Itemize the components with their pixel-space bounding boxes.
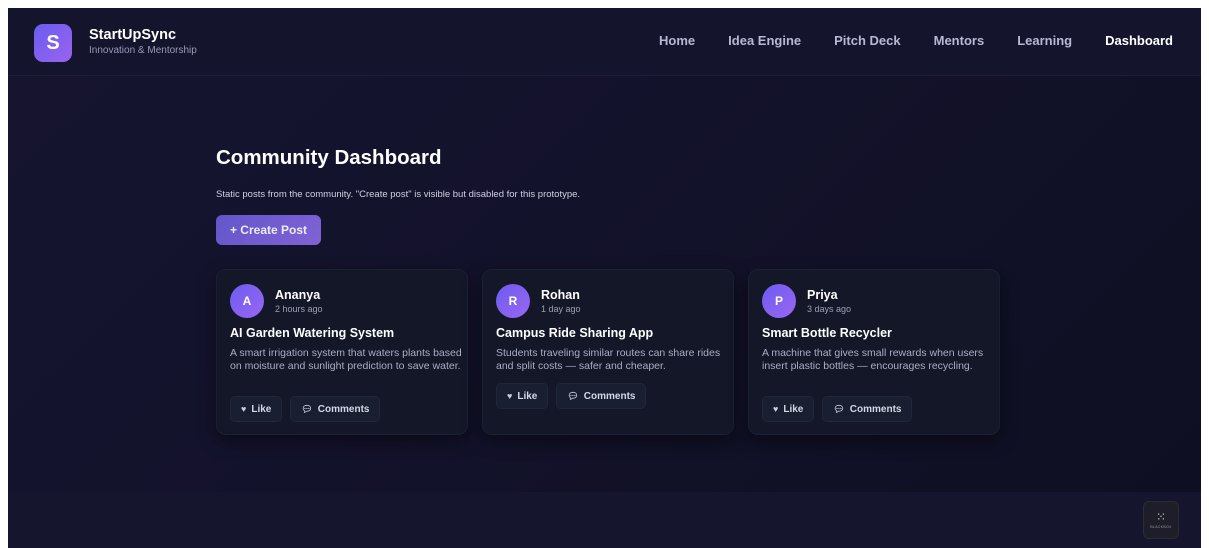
comments-label: Comments	[317, 403, 370, 415]
comment-icon: 💬︎	[567, 390, 579, 401]
post-actions: ♥ Like 💬︎ Comments	[762, 396, 913, 422]
post-author: Priya	[807, 288, 838, 302]
post-title: Smart Bottle Recycler	[762, 326, 892, 340]
nav-idea-engine[interactable]: Idea Engine	[728, 33, 801, 48]
comment-icon: 💬︎	[301, 403, 313, 414]
like-label: Like	[517, 390, 538, 402]
comments-label: Comments	[849, 403, 902, 415]
comments-button[interactable]: 💬︎ Comments	[556, 383, 647, 409]
post-description: A smart irrigation system that waters pl…	[230, 347, 462, 372]
post-card-rohan: R Rohan 1 day ago Campus Ride Sharing Ap…	[482, 269, 734, 435]
heart-icon: ♥	[241, 404, 247, 414]
nav-pitch-deck[interactable]: Pitch Deck	[834, 33, 900, 48]
page-footer	[8, 492, 1201, 548]
comments-button[interactable]: 💬︎ Comments	[290, 396, 381, 422]
like-label: Like	[783, 403, 804, 415]
post-description: A machine that gives small rewards when …	[762, 347, 984, 372]
nav-home[interactable]: Home	[659, 33, 695, 48]
post-time: 2 hours ago	[275, 304, 323, 314]
heart-icon: ♥	[507, 391, 513, 401]
main-nav: Home Idea Engine Pitch Deck Mentors Lear…	[659, 33, 1173, 48]
like-button[interactable]: ♥ Like	[230, 396, 283, 422]
post-title: Campus Ride Sharing App	[496, 326, 654, 340]
comment-icon: 💬︎	[833, 403, 845, 414]
post-card-priya: P Priya 3 days ago Smart Bottle Recycler…	[748, 269, 1000, 435]
badge-label: BLACKBOX	[1150, 525, 1172, 529]
post-time: 1 day ago	[541, 304, 581, 314]
blackbox-badge[interactable]: ⁙ BLACKBOX	[1143, 501, 1179, 539]
post-actions: ♥ Like 💬︎ Comments	[496, 383, 647, 409]
create-post-button[interactable]: + Create Post	[216, 215, 321, 245]
nav-learning[interactable]: Learning	[1017, 33, 1072, 48]
top-navbar: S StartUpSync Innovation & Mentorship Ho…	[8, 8, 1201, 76]
comments-button[interactable]: 💬︎ Comments	[822, 396, 913, 422]
brand-tagline: Innovation & Mentorship	[89, 45, 197, 56]
like-button[interactable]: ♥ Like	[496, 383, 549, 409]
like-button[interactable]: ♥ Like	[762, 396, 815, 422]
post-actions: ♥ Like 💬︎ Comments	[230, 396, 381, 422]
post-time: 3 days ago	[807, 304, 852, 314]
page-subtitle: Static posts from the community. "Create…	[216, 189, 581, 200]
post-author: Ananya	[275, 288, 321, 302]
grid-dots-icon: ⁙	[1155, 510, 1167, 524]
avatar: A	[230, 284, 264, 318]
page-title: Community Dashboard	[216, 146, 442, 169]
comments-label: Comments	[583, 390, 636, 402]
avatar: P	[762, 284, 796, 318]
brand-name: StartUpSync	[89, 27, 177, 43]
post-title: AI Garden Watering System	[230, 326, 395, 340]
app-frame: S StartUpSync Innovation & Mentorship Ho…	[8, 8, 1201, 548]
post-author: Rohan	[541, 288, 580, 302]
heart-icon: ♥	[773, 404, 779, 414]
post-description: Students traveling similar routes can sh…	[496, 347, 721, 372]
avatar: R	[496, 284, 530, 318]
like-label: Like	[251, 403, 272, 415]
post-card-ananya: A Ananya 2 hours ago AI Garden Watering …	[216, 269, 468, 435]
brand-logo[interactable]: S	[34, 24, 72, 62]
nav-mentors[interactable]: Mentors	[934, 33, 985, 48]
nav-dashboard[interactable]: Dashboard	[1105, 33, 1173, 48]
